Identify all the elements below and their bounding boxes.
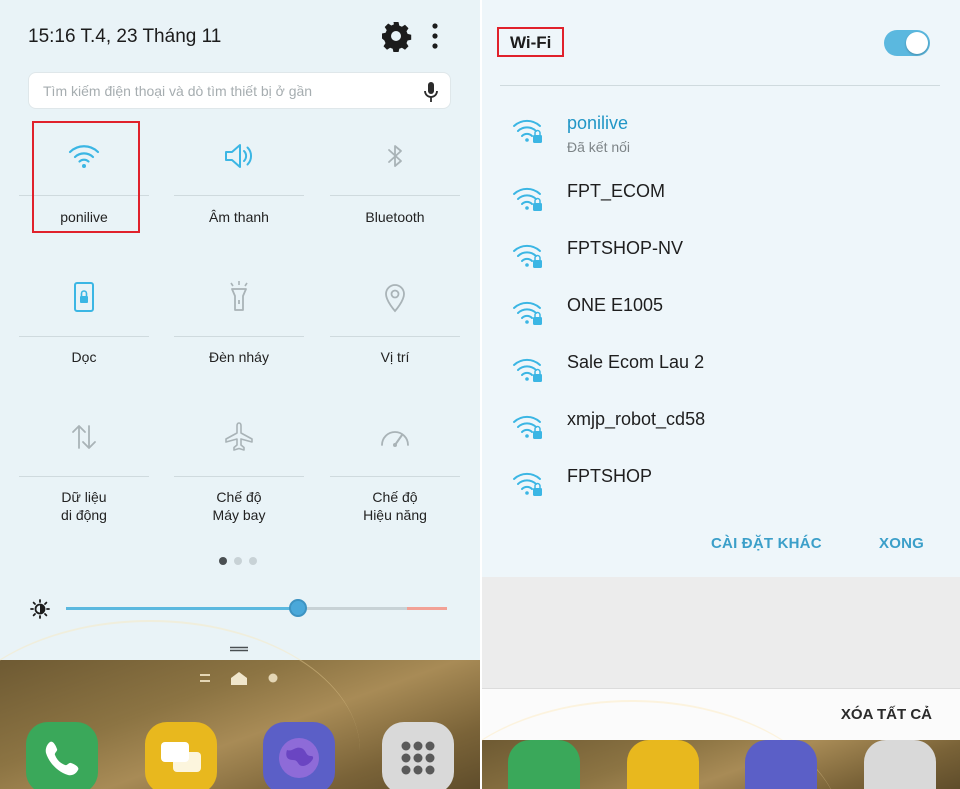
home-pages-icon (200, 674, 210, 682)
wifi-network-name: ponilive (567, 113, 629, 133)
wifi-network-item[interactable]: FPTSHOP (482, 466, 960, 506)
wifi-network-item[interactable]: Sale Ecom Lau 2 (482, 352, 960, 392)
wifi-lock-icon (513, 301, 543, 326)
wifi-lock-icon (513, 244, 543, 269)
tile-divider (174, 476, 304, 477)
status-time-date: 15:16 T.4, 23 Tháng 11 (28, 26, 222, 47)
wifi-lock-icon (513, 358, 543, 383)
tile-divider (19, 476, 149, 477)
page-dot[interactable] (249, 557, 257, 565)
airplane-icon (225, 422, 253, 451)
wifi-lock-icon (513, 119, 543, 144)
tile-label: Bluetooth (365, 209, 425, 225)
wifi-tile-highlight (32, 121, 140, 233)
microphone-icon[interactable] (421, 81, 441, 103)
messages-app-icon[interactable] (145, 722, 217, 789)
page-circle-icon (268, 673, 278, 683)
dialog-divider (500, 85, 940, 86)
tile-sound[interactable]: Âm thanh (174, 135, 304, 230)
brightness-icon (30, 599, 50, 619)
wifi-network-name: ONE E1005 (567, 295, 664, 315)
brightness-slider[interactable] (66, 607, 447, 610)
search-placeholder: Tìm kiếm điện thoại và dò tìm thiết bị ở… (43, 83, 313, 99)
wifi-network-item[interactable]: xmjp_robot_cd58 (482, 409, 960, 449)
tile-flashlight[interactable]: Đèn nháy (174, 276, 304, 371)
portrait-lock-icon (74, 282, 94, 312)
wifi-network-name: FPTSHOP (567, 466, 653, 486)
tile-divider (330, 195, 460, 196)
home-icon (231, 672, 247, 685)
tile-performance-mode[interactable]: Chế độ Hiệu năng (330, 416, 460, 526)
tile-label: Âm thanh (209, 209, 269, 225)
mobile-data-icon (72, 425, 96, 449)
internet-app-icon[interactable] (263, 722, 335, 789)
more-options-icon[interactable] (428, 22, 442, 50)
wifi-panel: Wi-Fi ponilive Đã kết nối FPT_ECOM FPTSH… (482, 0, 960, 789)
wifi-dialog-title: Wi-Fi (510, 33, 552, 52)
wifi-lock-icon (513, 472, 543, 497)
tile-divider (174, 195, 304, 196)
tile-label: Vị trí (380, 349, 410, 365)
tile-label: Đèn nháy (209, 349, 269, 365)
wifi-network-item[interactable]: FPTSHOP-NV (482, 238, 960, 278)
wifi-network-name: FPT_ECOM (567, 181, 666, 201)
brightness-slider-warm-zone (407, 607, 447, 610)
bluetooth-icon (388, 145, 402, 167)
tile-label: Chế độ Hiệu năng (363, 489, 427, 523)
quick-settings-panel: 15:16 T.4, 23 Tháng 11 Tìm kiếm điện tho… (0, 0, 480, 789)
tile-divider (174, 336, 304, 337)
wifi-title-highlight: Wi-Fi (497, 27, 564, 57)
tile-location[interactable]: Vị trí (330, 276, 460, 371)
wifi-network-status: Đã kết nối (567, 139, 631, 155)
tile-label: Dữ liệu di động (61, 489, 107, 523)
tile-portrait[interactable]: Dọc (19, 276, 149, 371)
location-icon (385, 284, 405, 313)
wifi-network-item[interactable]: FPT_ECOM (482, 181, 960, 221)
tile-divider (330, 476, 460, 477)
page-indicator (219, 552, 264, 570)
notification-area (482, 577, 960, 688)
performance-icon (381, 431, 409, 447)
tile-airplane-mode[interactable]: Chế độ Máy bay (174, 416, 304, 526)
tile-mobile-data[interactable]: Dữ liệu di động (19, 416, 149, 526)
flashlight-icon (230, 281, 248, 311)
wifi-toggle-knob (906, 32, 928, 54)
tile-bluetooth[interactable]: Bluetooth (330, 135, 460, 230)
gear-icon[interactable] (380, 20, 412, 52)
messages-app-icon[interactable] (627, 740, 699, 789)
page-dot[interactable] (234, 557, 242, 565)
tile-divider (19, 336, 149, 337)
brightness-slider-fill (66, 607, 299, 610)
wifi-network-item[interactable]: ONE E1005 (482, 295, 960, 335)
search-bar[interactable]: Tìm kiếm điện thoại và dò tìm thiết bị ở… (28, 72, 451, 109)
phone-app-icon[interactable] (26, 722, 98, 789)
apps-grid-icon[interactable] (864, 740, 936, 789)
apps-grid-icon[interactable] (382, 722, 454, 789)
wifi-lock-icon (513, 187, 543, 212)
clear-all-button[interactable]: XÓA TẤT CẢ (841, 706, 932, 723)
wifi-toggle[interactable] (884, 30, 930, 56)
wifi-network-name: FPTSHOP-NV (567, 238, 684, 258)
tile-divider (330, 336, 460, 337)
page-dot[interactable] (219, 557, 227, 565)
wifi-network-name: Sale Ecom Lau 2 (567, 352, 705, 372)
tile-label: Chế độ Máy bay (212, 489, 266, 523)
home-screen-navigation (200, 672, 278, 685)
more-settings-button[interactable]: CÀI ĐẶT KHÁC (711, 535, 822, 552)
wifi-dialog: Wi-Fi ponilive Đã kết nối FPT_ECOM FPTSH… (482, 0, 960, 577)
wifi-lock-icon (513, 415, 543, 440)
tile-label: Dọc (71, 349, 97, 365)
wifi-network-name: xmjp_robot_cd58 (567, 409, 706, 429)
phone-app-icon[interactable] (508, 740, 580, 789)
done-button[interactable]: XONG (879, 535, 924, 552)
wifi-network-item[interactable]: ponilive Đã kết nối (482, 113, 960, 155)
speaker-icon (225, 144, 252, 168)
internet-app-icon[interactable] (745, 740, 817, 789)
